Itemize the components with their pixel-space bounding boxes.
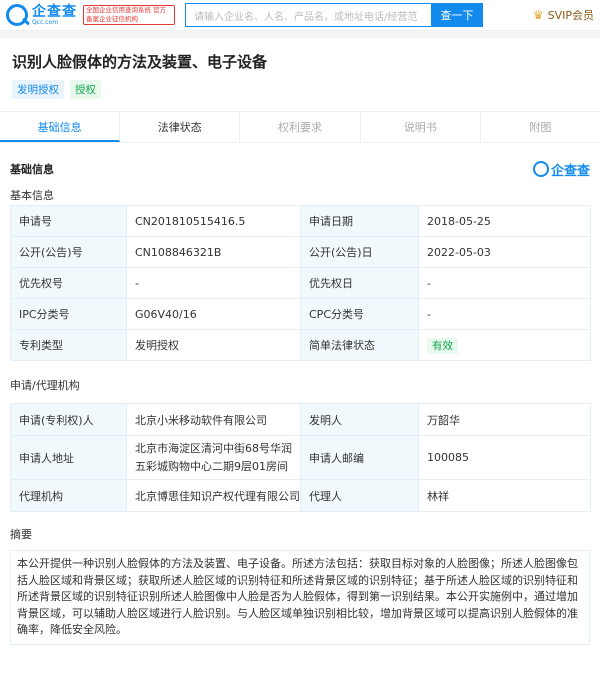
field-label: 申请(专利权)人 <box>10 403 127 436</box>
brand-watermark: 企查查 <box>532 160 590 179</box>
application-number: CN201810515416.5 <box>126 205 301 237</box>
agency-link[interactable]: 北京博思佳知识产权代理有限公司 <box>126 479 301 512</box>
applicant-link[interactable]: 北京小米移动软件有限公司 <box>126 403 301 436</box>
agent: 林祥 <box>418 479 591 512</box>
divider <box>0 30 600 38</box>
table-row: IPC分类号 G06V40/16 CPC分类号 - <box>10 298 591 330</box>
gov-certification-badge: 全国企业信用查询系统 官方备案企业征信机构 <box>83 5 175 25</box>
field-label: 申请人地址 <box>10 435 127 480</box>
applicant-address: 北京市海淀区清河中街68号华润五彩城购物中心二期9层01房间 <box>126 435 301 480</box>
logo-domain: Qcc.com <box>32 18 59 26</box>
table-row: 申请号 CN201810515416.5 申请日期 2018-05-25 <box>10 205 591 237</box>
field-label: 优先权号 <box>10 267 127 299</box>
section-title: 基础信息 <box>10 163 54 176</box>
svip-member-link[interactable]: ♛ SVIP会员 <box>533 7 594 23</box>
table-row: 公开(公告)号 CN108846321B 公开(公告)日 2022-05-03 <box>10 236 591 268</box>
priority-date: - <box>418 267 591 299</box>
application-date: 2018-05-25 <box>418 205 591 237</box>
field-label: 代理机构 <box>10 479 127 512</box>
patent-type-tag: 发明授权 <box>12 80 64 99</box>
field-label: 公开(公告)日 <box>300 236 419 268</box>
table-row: 优先权号 - 优先权日 - <box>10 267 591 299</box>
logo-icon <box>532 161 549 177</box>
search-input[interactable]: 请输入企业名、人名、产品名，或地址电话/经营范 <box>185 3 431 27</box>
logo[interactable]: 企查查 Qcc.com <box>6 4 77 26</box>
page-title: 识别人脸假体的方法及装置、电子设备 <box>12 53 268 71</box>
agency-subtitle: 申请/代理机构 <box>10 379 80 392</box>
tab-claims[interactable]: 权利要求 <box>240 112 361 142</box>
logo-text: 企查查 <box>32 3 77 20</box>
svip-label: SVIP会员 <box>547 9 594 22</box>
tab-drawings[interactable]: 附图 <box>481 112 600 142</box>
table-row: 申请(专利权)人 北京小米移动软件有限公司 发明人 万韶华 <box>10 403 591 436</box>
field-label: 申请号 <box>10 205 127 237</box>
logo-icon <box>6 4 28 26</box>
table-row: 代理机构 北京博思佳知识产权代理有限公司 代理人 林祥 <box>10 479 591 512</box>
agency-table: 申请(专利权)人 北京小米移动软件有限公司 发明人 万韶华 申请人地址 北京市海… <box>10 403 591 512</box>
field-label: 简单法律状态 <box>300 329 419 361</box>
field-label: 代理人 <box>300 479 419 512</box>
basic-info-table: 申请号 CN201810515416.5 申请日期 2018-05-25 公开(… <box>10 205 591 361</box>
basic-info-subtitle: 基本信息 <box>10 189 54 202</box>
publication-number: CN108846321B <box>126 236 301 268</box>
cpc-class: - <box>418 298 591 330</box>
field-label: 发明人 <box>300 403 419 436</box>
search-button[interactable]: 查一下 <box>431 3 483 27</box>
tab-bar: 基础信息 法律状态 权利要求 说明书 附图 <box>0 111 600 143</box>
postcode: 100085 <box>418 435 591 480</box>
crown-icon: ♛ <box>532 8 544 22</box>
field-label: 申请人邮编 <box>300 435 419 480</box>
tab-basic-info[interactable]: 基础信息 <box>0 112 121 142</box>
abstract-text: 本公开提供一种识别人脸假体的方法及装置、电子设备。所述方法包括：获取目标对象的人… <box>10 550 590 645</box>
field-label: IPC分类号 <box>10 298 127 330</box>
field-label: 申请日期 <box>300 205 419 237</box>
priority-number: - <box>126 267 301 299</box>
legal-status-badge: 有效 <box>427 337 458 354</box>
table-row: 专利类型 发明授权 简单法律状态 有效 <box>10 329 591 361</box>
inventor: 万韶华 <box>418 403 591 436</box>
tab-legal-status[interactable]: 法律状态 <box>120 112 241 142</box>
field-label: 优先权日 <box>300 267 419 299</box>
field-label: 专利类型 <box>10 329 127 361</box>
ipc-class: G06V40/16 <box>126 298 301 330</box>
field-label: CPC分类号 <box>300 298 419 330</box>
brand-text: 企查查 <box>550 163 590 179</box>
abstract-title: 摘要 <box>10 528 32 541</box>
field-label: 公开(公告)号 <box>10 236 127 268</box>
table-row: 申请人地址 北京市海淀区清河中街68号华润五彩城购物中心二期9层01房间 申请人… <box>10 435 591 480</box>
patent-type: 发明授权 <box>126 329 301 361</box>
status-tag: 授权 <box>70 80 101 99</box>
publication-date: 2022-05-03 <box>418 236 591 268</box>
top-bar: 企查查 Qcc.com 全国企业信用查询系统 官方备案企业征信机构 请输入企业名… <box>0 0 600 30</box>
tab-description[interactable]: 说明书 <box>361 112 481 142</box>
